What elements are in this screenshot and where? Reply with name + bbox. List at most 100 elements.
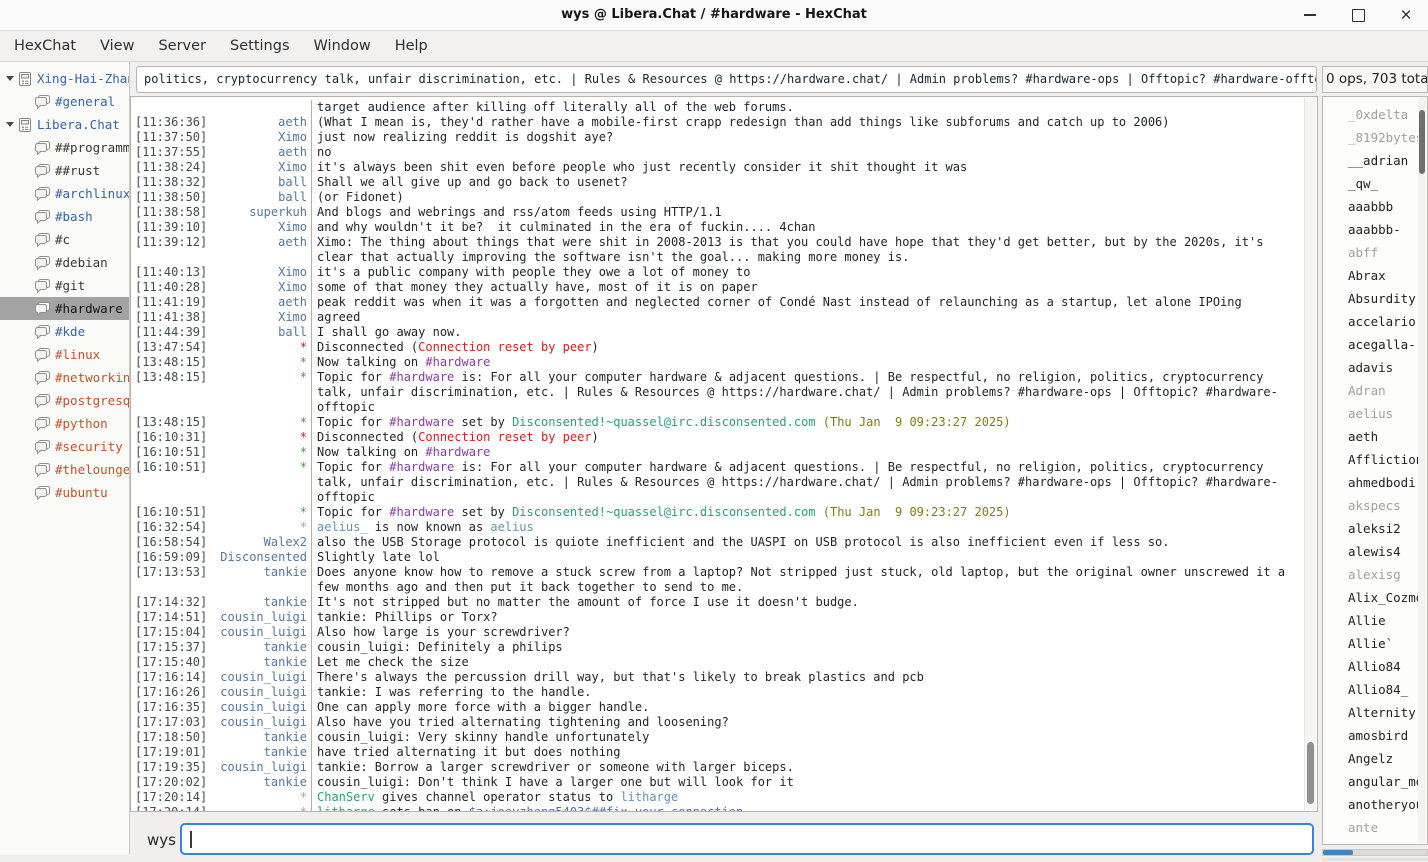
user-list-item[interactable]: amosbird xyxy=(1348,724,1418,747)
user-list-item[interactable]: aleksi2 xyxy=(1348,517,1418,540)
nick-label: cousin_luigi xyxy=(215,685,311,700)
user-list-item[interactable]: Allio84 xyxy=(1348,655,1418,678)
tree-item-networking[interactable]: #networking xyxy=(0,366,129,389)
tree-item-linux[interactable]: #linux xyxy=(0,343,129,366)
expander-icon[interactable] xyxy=(6,122,14,127)
expander-icon[interactable] xyxy=(6,76,14,81)
menu-window[interactable]: Window xyxy=(302,31,383,61)
user-list-item[interactable]: aaabbb xyxy=(1348,195,1418,218)
tree-item-xing-hai-zhang[interactable]: Xing-Hai-Zhang xyxy=(0,67,129,90)
menu-view[interactable]: View xyxy=(88,31,146,61)
message-segment: set by xyxy=(454,415,512,429)
chat-scrollbar[interactable] xyxy=(1304,98,1316,810)
tree-item-security[interactable]: #security xyxy=(0,435,129,458)
tree-item-label: #bash xyxy=(55,209,93,224)
tree-item-label: #kde xyxy=(55,324,85,339)
tree-item-bash[interactable]: #bash xyxy=(0,205,129,228)
user-list-item[interactable]: aaabbb- xyxy=(1348,218,1418,241)
tree-item-c[interactable]: #c xyxy=(0,228,129,251)
nick-label: Ximo xyxy=(215,130,311,145)
chat-line: [11:38:24]Ximoit's always been shit even… xyxy=(135,160,1305,175)
text-caret xyxy=(190,831,192,848)
user-list-item[interactable]: ante xyxy=(1348,816,1418,839)
userlist-scrollbar[interactable] xyxy=(1418,98,1426,843)
timestamp: [17:19:01] xyxy=(135,745,215,760)
user-list-item[interactable]: Allio84_ xyxy=(1348,678,1418,701)
close-button[interactable]: × xyxy=(1394,3,1418,27)
message-text: aelius_ is now known as aelius xyxy=(311,520,1305,535)
tree-item-archlinux[interactable]: #archlinux xyxy=(0,182,129,205)
message-segment: (What I mean is, they'd rather have a mo… xyxy=(317,115,1170,129)
user-list-item[interactable]: Affliction xyxy=(1348,448,1418,471)
chat-line: [11:37:50]Ximojust now realizing reddit … xyxy=(135,130,1305,145)
tree-item-postgresql[interactable]: #postgresql xyxy=(0,389,129,412)
menu-settings[interactable]: Settings xyxy=(218,31,301,61)
user-list-item[interactable]: ahmedbodi xyxy=(1348,471,1418,494)
userlist-hscrollbar-thumb[interactable] xyxy=(1323,850,1353,855)
user-list-item[interactable]: Alternity xyxy=(1348,701,1418,724)
user-list-item[interactable]: _8192bytes xyxy=(1348,126,1418,149)
menu-server[interactable]: Server xyxy=(146,31,218,61)
user-list-item[interactable]: Allie` xyxy=(1348,632,1418,655)
user-list-item[interactable]: Alix_Cozmo xyxy=(1348,586,1418,609)
user-list-item[interactable]: aeth xyxy=(1348,425,1418,448)
user-list-item[interactable]: anotheryou xyxy=(1348,793,1418,816)
user-list-item[interactable]: Abrax xyxy=(1348,264,1418,287)
message-segment: Connection reset by peer xyxy=(418,430,591,444)
user-list-item[interactable]: akspecs xyxy=(1348,494,1418,517)
user-list-item[interactable]: _qw_ xyxy=(1348,172,1418,195)
user-list-item[interactable]: adavis xyxy=(1348,356,1418,379)
nick-label: Ximo xyxy=(215,310,311,325)
user-list-item[interactable]: angular_mo xyxy=(1348,770,1418,793)
chat-scrollbar-thumb[interactable] xyxy=(1307,742,1314,804)
userlist-scrollbar-thumb[interactable] xyxy=(1419,110,1425,174)
maximize-button[interactable] xyxy=(1346,3,1370,27)
tree-item-ubuntu[interactable]: #ubuntu xyxy=(0,481,129,504)
tree-item-python[interactable]: #python xyxy=(0,412,129,435)
event-star: * xyxy=(215,415,311,430)
tree-item-rust[interactable]: ##rust xyxy=(0,159,129,182)
tree-item-general[interactable]: #general xyxy=(0,90,129,113)
user-list-item[interactable]: _0xdelta xyxy=(1348,103,1418,126)
user-list-item[interactable]: alewis4 xyxy=(1348,540,1418,563)
message-segment: Topic for xyxy=(317,505,389,519)
user-list-item[interactable]: accelario xyxy=(1348,310,1418,333)
user-list-item[interactable]: acegalla- xyxy=(1348,333,1418,356)
message-text: and why wouldn't it be? it culminated in… xyxy=(311,220,1305,235)
nick-label: tankie xyxy=(215,595,311,610)
channel-icon xyxy=(35,256,50,270)
channel-icon xyxy=(35,463,50,477)
topic-bar[interactable]: politics, cryptocurrency talk, unfair di… xyxy=(136,66,1317,93)
timestamp: [16:10:51] xyxy=(135,445,215,460)
message-input[interactable] xyxy=(180,823,1314,855)
tree-item-label: #ubuntu xyxy=(55,485,108,500)
message-segment: Connection reset by peer xyxy=(418,340,591,354)
user-list-item[interactable]: Adran xyxy=(1348,379,1418,402)
chat-line: [11:41:19]aethpeak reddit was when it wa… xyxy=(135,295,1305,310)
user-list-item[interactable]: Angelz xyxy=(1348,747,1418,770)
tree-item-thelounge[interactable]: #thelounge xyxy=(0,458,129,481)
user-list-item[interactable]: __adrian xyxy=(1348,149,1418,172)
user-list-item[interactable]: alexisg xyxy=(1348,563,1418,586)
own-nick-label: wys xyxy=(147,831,176,849)
tree-item-programming[interactable]: ##programming xyxy=(0,136,129,159)
nick-label: tankie xyxy=(215,730,311,745)
message-text: it's a public company with people they o… xyxy=(311,265,1305,280)
event-star: * xyxy=(215,805,311,811)
channel-icon xyxy=(35,440,50,454)
tree-item-git[interactable]: #git xyxy=(0,274,129,297)
tree-item-debian[interactable]: #debian xyxy=(0,251,129,274)
user-list-item[interactable]: aelius xyxy=(1348,402,1418,425)
tree-item-libera-chat[interactable]: Libera.Chat xyxy=(0,113,129,136)
user-list-item[interactable]: Allie xyxy=(1348,609,1418,632)
message-text: litharge sets ban on $a:joeyzheng5403$##… xyxy=(311,805,1305,811)
tree-item-hardware[interactable]: #hardware xyxy=(0,297,129,320)
userlist-hscrollbar[interactable] xyxy=(1322,849,1428,856)
user-list-item[interactable]: abff xyxy=(1348,241,1418,264)
user-list-item[interactable]: Absurdity xyxy=(1348,287,1418,310)
menu-bar: HexChatViewServerSettingsWindowHelp xyxy=(0,31,1428,62)
menu-hexchat[interactable]: HexChat xyxy=(2,31,88,61)
minimize-button[interactable] xyxy=(1298,3,1322,27)
menu-help[interactable]: Help xyxy=(383,31,440,61)
tree-item-kde[interactable]: #kde xyxy=(0,320,129,343)
